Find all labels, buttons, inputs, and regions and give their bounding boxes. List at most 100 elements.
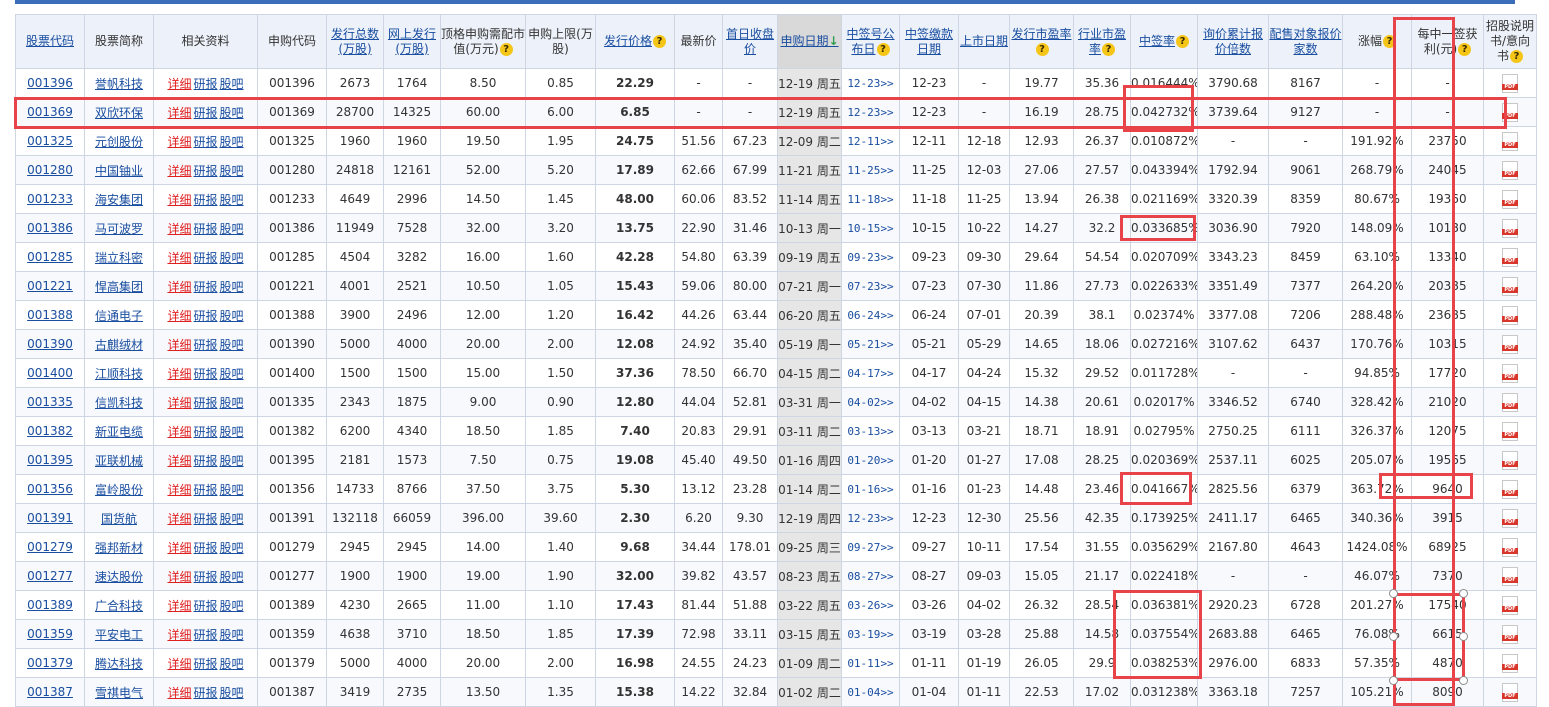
- pdf-icon[interactable]: [1502, 595, 1518, 615]
- column-header-online[interactable]: 网上发行(万股): [383, 14, 441, 69]
- detail-link[interactable]: 详细: [167, 512, 191, 526]
- pdf-icon[interactable]: [1502, 73, 1518, 93]
- forum-link[interactable]: 股吧: [220, 570, 244, 584]
- detail-link[interactable]: 详细: [167, 338, 191, 352]
- forum-link[interactable]: 股吧: [220, 135, 244, 149]
- report-link[interactable]: 研报: [193, 512, 217, 526]
- resize-handle[interactable]: [1389, 632, 1398, 641]
- stock-code-link[interactable]: 001359: [27, 627, 73, 641]
- stock-code-link[interactable]: 001279: [27, 540, 73, 554]
- help-question-icon[interactable]: ?: [876, 42, 890, 56]
- notice-date-link[interactable]: 03-26>>: [847, 599, 893, 612]
- stock-code-link[interactable]: 001233: [27, 192, 73, 206]
- stock-code-link[interactable]: 001369: [27, 105, 73, 119]
- notice-date-link[interactable]: 01-11>>: [847, 657, 893, 670]
- report-link[interactable]: 研报: [193, 541, 217, 555]
- help-question-icon[interactable]: ?: [1102, 42, 1115, 56]
- report-link[interactable]: 研报: [193, 686, 217, 700]
- notice-date-link[interactable]: 12-23>>: [847, 77, 893, 90]
- stock-name-link[interactable]: 誉帆科技: [95, 77, 143, 91]
- forum-link[interactable]: 股吧: [220, 454, 244, 468]
- notice-date-link[interactable]: 07-23>>: [847, 280, 893, 293]
- report-link[interactable]: 研报: [193, 338, 217, 352]
- report-link[interactable]: 研报: [193, 367, 217, 381]
- notice-date-link[interactable]: 12-23>>: [847, 512, 893, 525]
- help-question-icon[interactable]: ?: [1458, 42, 1472, 56]
- resize-handle[interactable]: [1389, 589, 1398, 598]
- column-header-indpe[interactable]: 行业市盈率?: [1073, 14, 1131, 69]
- pdf-icon[interactable]: [1502, 334, 1518, 354]
- help-question-icon[interactable]: ?: [1176, 35, 1189, 48]
- stock-code-link[interactable]: 001382: [27, 424, 73, 438]
- report-link[interactable]: 研报: [193, 396, 217, 410]
- report-link[interactable]: 研报: [193, 164, 217, 178]
- report-link[interactable]: 研报: [193, 570, 217, 584]
- forum-link[interactable]: 股吧: [220, 512, 244, 526]
- notice-date-link[interactable]: 11-18>>: [847, 193, 893, 206]
- stock-name-link[interactable]: 马可波罗: [95, 222, 143, 236]
- column-header-pe[interactable]: 发行市盈率?: [1009, 14, 1074, 69]
- pdf-icon[interactable]: [1502, 218, 1518, 238]
- stock-code-link[interactable]: 001280: [27, 163, 73, 177]
- detail-link[interactable]: 详细: [167, 570, 191, 584]
- column-header-price[interactable]: 发行价格?: [595, 14, 675, 69]
- report-link[interactable]: 研报: [193, 309, 217, 323]
- notice-date-link[interactable]: 08-27>>: [847, 570, 893, 583]
- help-question-icon[interactable]: ?: [499, 42, 513, 56]
- sort-down-arrow-icon[interactable]: ↓: [828, 34, 838, 48]
- stock-name-link[interactable]: 海安集团: [95, 193, 143, 207]
- forum-link[interactable]: 股吧: [220, 222, 244, 236]
- pdf-icon[interactable]: [1502, 160, 1518, 180]
- stock-code-link[interactable]: 001335: [27, 395, 73, 409]
- pdf-icon[interactable]: [1502, 508, 1518, 528]
- stock-code-link[interactable]: 001221: [27, 279, 73, 293]
- resize-handle[interactable]: [1459, 589, 1468, 598]
- detail-link[interactable]: 详细: [167, 251, 191, 265]
- stock-code-link[interactable]: 001400: [27, 366, 73, 380]
- report-link[interactable]: 研报: [193, 628, 217, 642]
- stock-code-link[interactable]: 001389: [27, 598, 73, 612]
- detail-link[interactable]: 详细: [167, 628, 191, 642]
- stock-code-link[interactable]: 001285: [27, 250, 73, 264]
- forum-link[interactable]: 股吧: [220, 599, 244, 613]
- stock-name-link[interactable]: 新亚电缆: [95, 425, 143, 439]
- detail-link[interactable]: 详细: [167, 77, 191, 91]
- pdf-icon[interactable]: [1502, 131, 1518, 151]
- pdf-icon[interactable]: [1502, 450, 1518, 470]
- stock-code-link[interactable]: 001391: [27, 511, 73, 525]
- pdf-icon[interactable]: [1502, 305, 1518, 325]
- stock-name-link[interactable]: 广合科技: [95, 599, 143, 613]
- detail-link[interactable]: 详细: [167, 222, 191, 236]
- detail-link[interactable]: 详细: [167, 686, 191, 700]
- column-header-inq[interactable]: 询价累计报价倍数: [1197, 14, 1269, 69]
- detail-link[interactable]: 详细: [167, 309, 191, 323]
- resize-handle[interactable]: [1459, 676, 1468, 685]
- stock-code-link[interactable]: 001396: [27, 76, 73, 90]
- forum-link[interactable]: 股吧: [220, 657, 244, 671]
- notice-date-link[interactable]: 12-11>>: [847, 135, 893, 148]
- forum-link[interactable]: 股吧: [220, 628, 244, 642]
- detail-link[interactable]: 详细: [167, 483, 191, 497]
- stock-name-link[interactable]: 信凯科技: [95, 396, 143, 410]
- forum-link[interactable]: 股吧: [220, 193, 244, 207]
- detail-link[interactable]: 详细: [167, 280, 191, 294]
- stock-code-link[interactable]: 001388: [27, 308, 73, 322]
- pdf-icon[interactable]: [1502, 276, 1518, 296]
- notice-date-link[interactable]: 11-25>>: [847, 164, 893, 177]
- help-question-icon[interactable]: ?: [653, 35, 666, 48]
- resize-handle[interactable]: [1389, 676, 1398, 685]
- forum-link[interactable]: 股吧: [220, 309, 244, 323]
- report-link[interactable]: 研报: [193, 280, 217, 294]
- stock-code-link[interactable]: 001379: [27, 656, 73, 670]
- report-link[interactable]: 研报: [193, 657, 217, 671]
- forum-link[interactable]: 股吧: [220, 367, 244, 381]
- stock-code-link[interactable]: 001386: [27, 221, 73, 235]
- forum-link[interactable]: 股吧: [220, 396, 244, 410]
- detail-link[interactable]: 详细: [167, 367, 191, 381]
- notice-date-link[interactable]: 03-19>>: [847, 628, 893, 641]
- pdf-icon[interactable]: [1502, 102, 1518, 122]
- report-link[interactable]: 研报: [193, 251, 217, 265]
- report-link[interactable]: 研报: [193, 425, 217, 439]
- pdf-icon[interactable]: [1502, 479, 1518, 499]
- pdf-icon[interactable]: [1502, 624, 1518, 644]
